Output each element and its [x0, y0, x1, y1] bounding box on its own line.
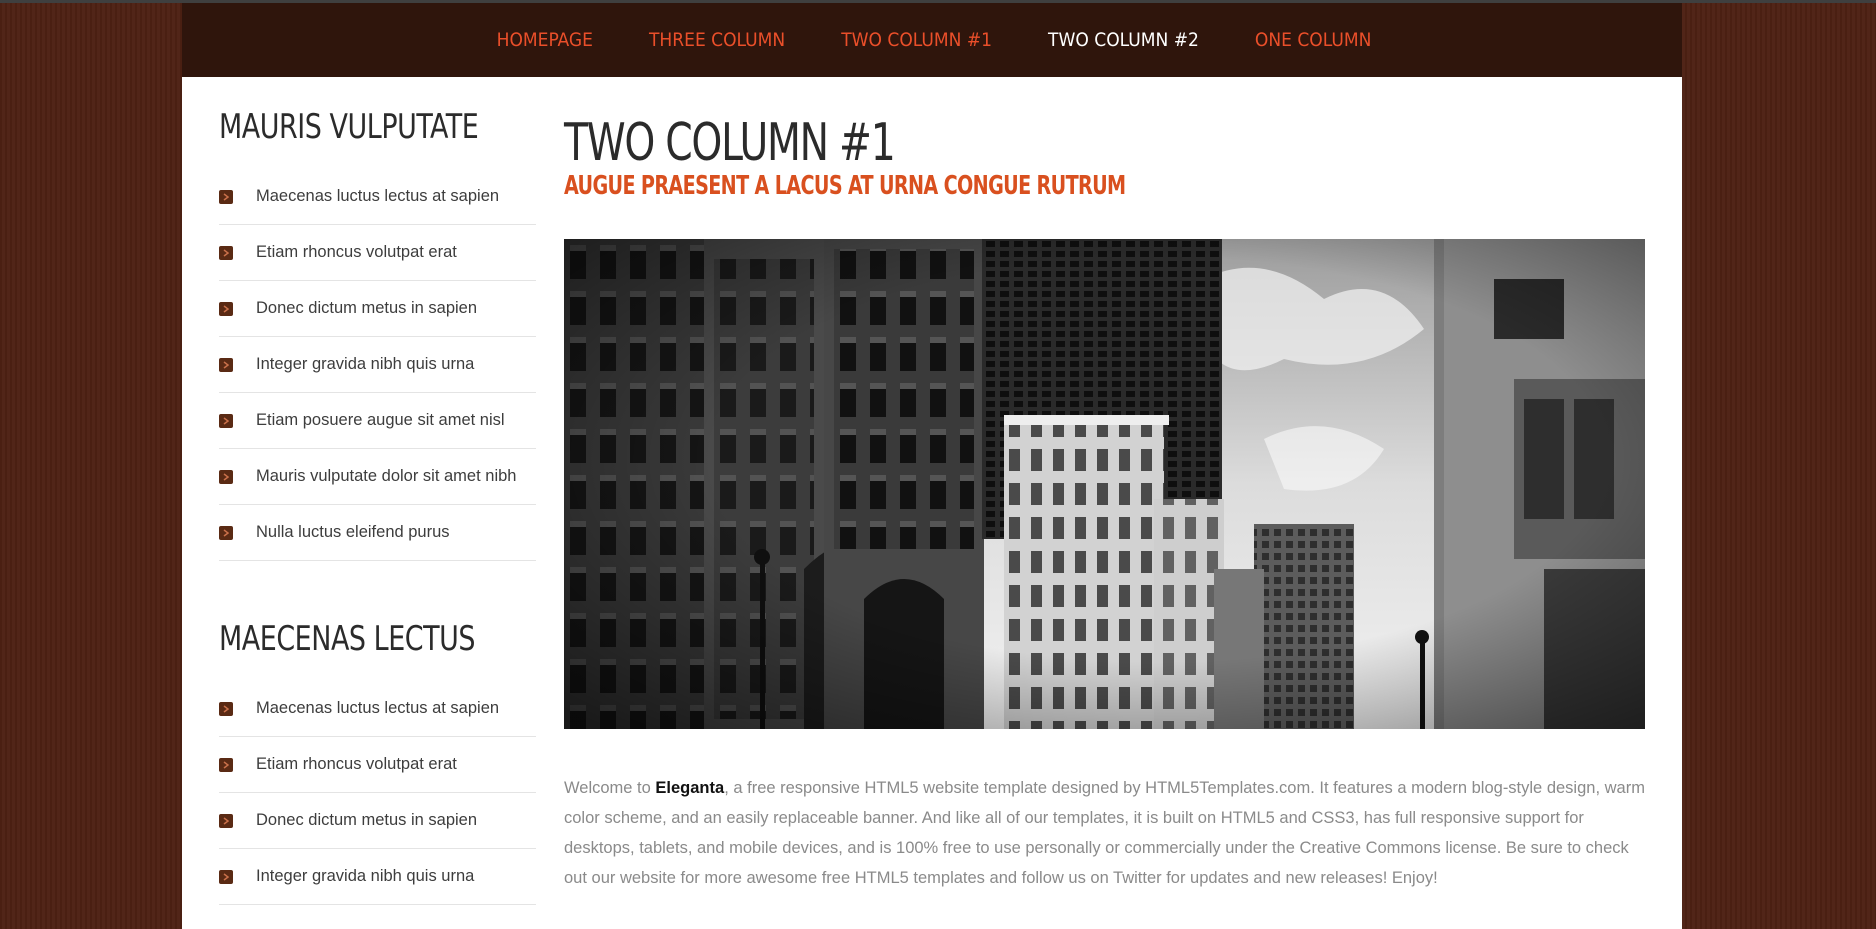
sidebar-list-item[interactable]: Etiam rhoncus volutpat erat [219, 225, 536, 281]
page-title: TWO COLUMN #1 [564, 113, 896, 173]
sidebar-list-item[interactable]: Etiam posuere augue sit amet nisl [219, 393, 536, 449]
sidebar-item-label: Etiam rhoncus volutpat erat [256, 755, 457, 773]
sidebar-item-label: Etiam rhoncus volutpat erat [256, 243, 457, 261]
sidebar-item-label: Maecenas luctus lectus at sapien [256, 699, 500, 717]
nav-homepage[interactable]: HOMEPAGE [497, 29, 593, 51]
sidebar-list-item[interactable]: Donec dictum metus in sapien [219, 793, 536, 849]
chevron-right-icon [219, 357, 233, 372]
chevron-right-icon [219, 869, 233, 884]
sidebar-list-item[interactable]: Maecenas luctus lectus at sapien [219, 169, 536, 225]
page-wrapper: HOMEPAGE THREE COLUMN TWO COLUMN #1 TWO COL… [182, 3, 1682, 929]
intro-text: , a free responsive HTML5 website templa… [564, 779, 1645, 887]
sidebar-item-label: Integer gravida nibh quis urna [256, 355, 475, 373]
sidebar-list-item[interactable]: Maecenas luctus lectus at sapien [219, 681, 536, 737]
sidebar-section-title: MAECENAS LECTUS [219, 619, 476, 659]
city-street-photo [564, 239, 1645, 729]
sidebar-list-item[interactable]: Etiam rhoncus volutpat erat [219, 737, 536, 793]
chevron-right-icon [219, 757, 233, 772]
nav-two-column-1[interactable]: TWO COLUMN #1 [841, 29, 992, 51]
sidebar-section-maecenas: MAECENAS LECTUS Maecenas luctus lectus a… [219, 561, 536, 905]
sidebar-section-title: MAURIS VULPUTATE [219, 107, 479, 147]
sidebar-item-label: Donec dictum metus in sapien [256, 811, 478, 829]
main-nav: HOMEPAGE THREE COLUMN TWO COLUMN #1 TWO COL… [465, 29, 1400, 51]
sidebar-item-label: Nulla luctus eleifend purus [256, 523, 450, 541]
sidebar-item-label: Maecenas luctus lectus at sapien [256, 187, 500, 205]
chevron-right-icon [219, 469, 233, 484]
sidebar-item-label: Integer gravida nibh quis urna [256, 867, 475, 885]
chevron-right-icon [219, 701, 233, 716]
sidebar-list-item[interactable]: Integer gravida nibh quis urna [219, 849, 536, 905]
sidebar: MAURIS VULPUTATE Maecenas luctus lectus … [219, 77, 536, 905]
main-content: TWO COLUMN #1 AUGUE PRAESENT A LACUS AT … [564, 77, 1645, 887]
intro-paragraph: Welcome to Eleganta, a free responsive H… [564, 773, 1645, 893]
brand-name: Eleganta [655, 779, 725, 797]
nav-two-column-2[interactable]: TWO COLUMN #2 [1048, 29, 1199, 51]
chevron-right-icon [219, 301, 233, 316]
sidebar-list-item[interactable]: Integer gravida nibh quis urna [219, 337, 536, 393]
sidebar-list-item[interactable]: Donec dictum metus in sapien [219, 281, 536, 337]
sidebar-item-label: Etiam posuere augue sit amet nisl [256, 411, 505, 429]
sidebar-list: Maecenas luctus lectus at sapien Etiam rh… [219, 169, 536, 561]
chevron-right-icon [219, 189, 233, 204]
sidebar-list: Maecenas luctus lectus at sapien Etiam rh… [219, 681, 536, 905]
site-header: HOMEPAGE THREE COLUMN TWO COLUMN #1 TWO COL… [182, 3, 1682, 77]
nav-one-column[interactable]: ONE COLUMN [1255, 29, 1371, 51]
chevron-right-icon [219, 413, 233, 428]
chevron-right-icon [219, 813, 233, 828]
chevron-right-icon [219, 245, 233, 260]
sidebar-item-label: Mauris vulputate dolor sit amet nibh [256, 467, 517, 485]
page-subtitle: AUGUE PRAESENT A LACUS AT URNA CONGUE RU… [564, 171, 1126, 201]
banner-image [564, 239, 1645, 729]
nav-three-column[interactable]: THREE COLUMN [649, 29, 785, 51]
sidebar-list-item[interactable]: Nulla luctus eleifend purus [219, 505, 536, 561]
sidebar-list-item[interactable]: Mauris vulputate dolor sit amet nibh [219, 449, 536, 505]
chevron-right-icon [219, 525, 233, 540]
sidebar-item-label: Donec dictum metus in sapien [256, 299, 478, 317]
intro-prefix: Welcome to [564, 779, 656, 797]
sidebar-section-mauris: MAURIS VULPUTATE Maecenas luctus lectus … [219, 77, 536, 561]
